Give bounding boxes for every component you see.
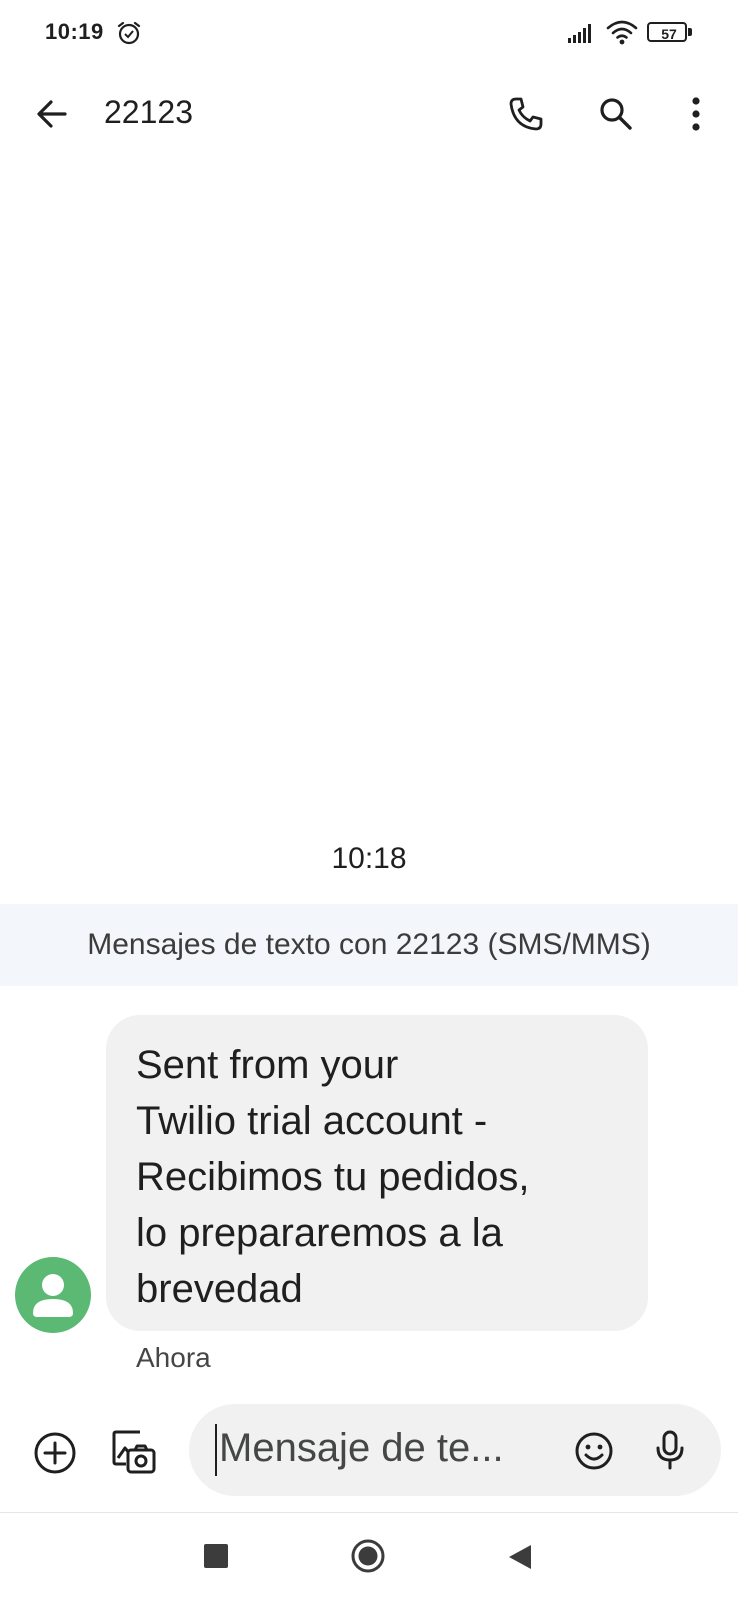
message-input[interactable]: Mensaje de te... — [189, 1404, 721, 1496]
wifi-icon — [606, 20, 638, 45]
alarm-icon — [117, 21, 141, 45]
sms-banner: Mensajes de texto con 22123 (SMS/MMS) — [0, 904, 738, 986]
emoji-icon — [575, 1432, 613, 1470]
nav-back-icon — [509, 1545, 531, 1569]
more-vert-icon — [692, 97, 700, 131]
emoji-button[interactable] — [571, 1428, 617, 1474]
conversation-title: 22123 — [104, 94, 193, 130]
gallery-camera-icon — [112, 1430, 156, 1474]
gallery-button[interactable] — [108, 1426, 160, 1478]
message-time: Ahora — [136, 1342, 211, 1373]
call-button[interactable] — [502, 90, 550, 138]
home-circle-icon — [351, 1539, 385, 1573]
battery-body: 57 — [647, 22, 687, 42]
message-input-placeholder: Mensaje de te... — [219, 1426, 504, 1470]
mic-icon — [656, 1430, 684, 1470]
voice-input-button[interactable] — [647, 1426, 693, 1474]
battery-icon: 57 — [647, 22, 693, 44]
home-icon[interactable] — [350, 1538, 386, 1574]
battery-level: 57 — [661, 26, 677, 42]
message-text: Sent from your Twilio trial account - Re… — [136, 1043, 530, 1311]
back-button[interactable] — [28, 90, 76, 138]
sms-banner-text: Mensajes de texto con 22123 (SMS/MMS) — [87, 928, 651, 961]
avatar[interactable] — [15, 1257, 91, 1333]
search-icon — [600, 98, 632, 130]
app-bar: 22123 — [0, 72, 738, 156]
add-circle-icon — [34, 1432, 76, 1474]
person-icon — [33, 1274, 73, 1317]
search-button[interactable] — [592, 90, 640, 138]
battery-tip — [688, 28, 692, 36]
more-options-button[interactable] — [672, 90, 720, 138]
phone-icon — [509, 97, 543, 131]
conversation-timestamp: 10:18 — [331, 842, 407, 875]
text-caret — [215, 1424, 217, 1476]
nav-divider — [0, 1512, 738, 1513]
status-bar: 10:19 57 — [0, 0, 738, 70]
recents-icon[interactable] — [204, 1544, 228, 1568]
back-triangle-icon[interactable] — [506, 1542, 534, 1572]
status-time: 10:19 — [45, 19, 104, 44]
add-attachment-button[interactable] — [30, 1428, 80, 1478]
message-bubble[interactable]: Sent from your Twilio trial account - Re… — [106, 1015, 648, 1331]
back-arrow-icon — [37, 100, 67, 128]
signal-icon — [568, 24, 591, 43]
